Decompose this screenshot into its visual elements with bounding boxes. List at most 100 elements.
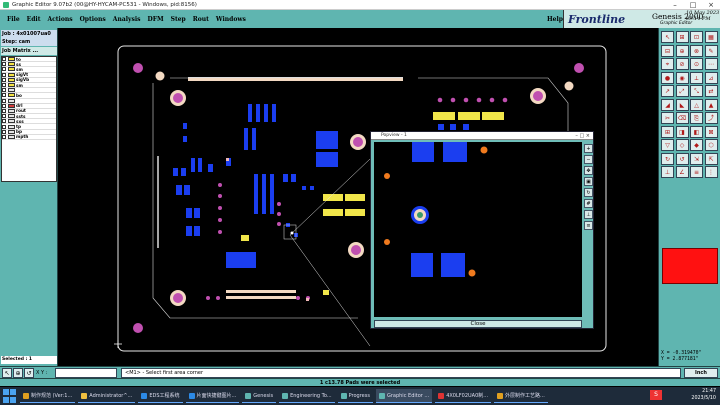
tool-button[interactable]: ⊞ bbox=[675, 31, 689, 43]
maximize-icon[interactable]: □ bbox=[684, 0, 702, 10]
start-icon[interactable] bbox=[3, 389, 17, 403]
tool-button[interactable]: ✎ bbox=[704, 44, 718, 57]
menu-rout[interactable]: Rout bbox=[193, 16, 209, 23]
layer-checkbox[interactable] bbox=[2, 83, 6, 88]
tool-button[interactable]: ↗ bbox=[661, 85, 674, 97]
tool-button[interactable]: ↻ bbox=[661, 152, 674, 165]
tool-button[interactable]: ⊘ bbox=[675, 58, 689, 70]
tool-button[interactable]: ⋯ bbox=[704, 58, 718, 70]
layer-color-swatch[interactable] bbox=[8, 83, 15, 88]
tool-button[interactable]: ⊠ bbox=[704, 125, 718, 138]
tool-button[interactable]: ↖ bbox=[661, 31, 674, 43]
taskbar-item[interactable]: Progress bbox=[337, 389, 373, 403]
tool-button[interactable]: ⬡ bbox=[704, 139, 718, 151]
menu-help[interactable]: Help bbox=[547, 16, 563, 23]
menu-options[interactable]: Options bbox=[80, 16, 106, 23]
layer-checkbox[interactable] bbox=[2, 108, 6, 113]
tool-button[interactable]: ⋮ bbox=[704, 166, 718, 178]
tool-button[interactable]: ⊕ bbox=[675, 44, 689, 57]
xy-input[interactable] bbox=[55, 368, 117, 378]
tool-button[interactable]: ⤢ bbox=[675, 85, 689, 97]
step-field[interactable]: Step: cam bbox=[1, 38, 57, 46]
undo-icon[interactable]: ↺ bbox=[24, 368, 34, 378]
menu-edit[interactable]: Edit bbox=[27, 16, 41, 23]
layer-checkbox[interactable] bbox=[2, 98, 6, 103]
layer-color-swatch[interactable] bbox=[8, 62, 15, 67]
layer-checkbox[interactable] bbox=[2, 93, 6, 98]
tool-button[interactable]: ⊗ bbox=[690, 44, 703, 57]
tool-button[interactable]: ⌖ bbox=[661, 58, 674, 70]
taskbar-item[interactable]: 4X0LF02UA0制... bbox=[435, 389, 492, 403]
system-clock[interactable]: 21:47 2023/5/10 bbox=[691, 388, 716, 402]
taskbar-item[interactable]: Graphic Editor ... bbox=[375, 389, 433, 403]
menu-dfm[interactable]: DFM bbox=[148, 16, 164, 23]
layer-checkbox[interactable] bbox=[2, 77, 6, 82]
layer-color-swatch[interactable] bbox=[8, 124, 15, 129]
layer-checkbox[interactable] bbox=[2, 103, 6, 108]
job-matrix-button[interactable]: Job Matrix ... bbox=[1, 47, 57, 55]
taskbar-item[interactable]: 片面快捷键图片... bbox=[185, 389, 240, 403]
tool-button[interactable]: ▽ bbox=[661, 139, 674, 151]
zoom-in-icon[interactable]: + bbox=[584, 144, 593, 153]
tool-button[interactable]: ⇄ bbox=[704, 85, 718, 97]
layer-row[interactable]: mpth bbox=[2, 134, 56, 140]
menu-step[interactable]: Step bbox=[171, 16, 186, 23]
popview-canvas[interactable] bbox=[374, 142, 582, 317]
menu-analysis[interactable]: Analysis bbox=[113, 16, 141, 23]
tool-button[interactable]: △ bbox=[690, 98, 703, 111]
tool-button[interactable]: ⤴ bbox=[704, 112, 718, 124]
tool-button[interactable]: ◉ bbox=[675, 71, 689, 84]
layer-checkbox[interactable] bbox=[2, 72, 6, 77]
tool-button[interactable]: ≡ bbox=[690, 166, 703, 178]
layer-color-swatch[interactable] bbox=[8, 129, 15, 134]
tool-button[interactable]: ⊥ bbox=[661, 166, 674, 178]
close-icon[interactable]: × bbox=[702, 0, 720, 10]
tool-button[interactable]: ◨ bbox=[675, 125, 689, 138]
layer-checkbox[interactable] bbox=[2, 129, 6, 134]
zoom-out-icon[interactable]: − bbox=[584, 155, 593, 164]
pan-icon[interactable]: ✥ bbox=[584, 166, 593, 175]
tool-button[interactable]: ⊡ bbox=[690, 31, 703, 43]
layer-color-swatch[interactable] bbox=[8, 103, 15, 108]
ime-icon[interactable]: S bbox=[650, 390, 662, 400]
grid-icon[interactable]: # bbox=[584, 199, 593, 208]
tool-button[interactable]: ◇ bbox=[675, 139, 689, 151]
layer-color-swatch[interactable] bbox=[8, 88, 15, 93]
tool-button[interactable]: ⟂ bbox=[690, 71, 703, 84]
layer-checkbox[interactable] bbox=[2, 57, 6, 62]
menu-actions[interactable]: Actions bbox=[47, 16, 72, 23]
layer-color-swatch[interactable] bbox=[8, 57, 15, 62]
redraw-icon[interactable]: ↻ bbox=[584, 188, 593, 197]
layer-checkbox[interactable] bbox=[2, 124, 6, 129]
tool-button[interactable]: ◧ bbox=[690, 125, 703, 138]
tool-button[interactable]: ∠ bbox=[675, 166, 689, 178]
tool-button[interactable]: ⤡ bbox=[690, 85, 703, 97]
layer-color-swatch[interactable] bbox=[8, 72, 15, 77]
layer-color-swatch[interactable] bbox=[8, 119, 15, 124]
tool-button[interactable]: ⌫ bbox=[675, 112, 689, 124]
tool-button[interactable]: ⎘ bbox=[690, 112, 703, 124]
fit-icon[interactable]: ▣ bbox=[584, 177, 593, 186]
tool-button[interactable]: ▦ bbox=[704, 31, 718, 43]
layer-color-swatch[interactable] bbox=[8, 108, 15, 113]
units-button[interactable]: Inch bbox=[684, 368, 718, 378]
tool-button[interactable]: ▲ bbox=[704, 98, 718, 111]
layer-color-swatch[interactable] bbox=[8, 98, 15, 103]
tool-button[interactable]: ◢ bbox=[661, 98, 674, 111]
tool-button[interactable]: ◣ bbox=[675, 98, 689, 111]
menu-windows[interactable]: Windows bbox=[216, 16, 246, 23]
select-tool-icon[interactable]: ↖ bbox=[2, 368, 12, 378]
layer-checkbox[interactable] bbox=[2, 62, 6, 67]
layer-checkbox[interactable] bbox=[2, 134, 6, 139]
tool-button[interactable]: ⇱ bbox=[704, 152, 718, 165]
layer-checkbox[interactable] bbox=[2, 119, 6, 124]
tool-button[interactable]: ● bbox=[661, 71, 674, 84]
measure-icon[interactable]: ⊥ bbox=[584, 210, 593, 219]
tool-button[interactable]: ✂ bbox=[661, 112, 674, 124]
taskbar-item[interactable]: Administrator^... bbox=[78, 389, 136, 403]
snap-icon[interactable]: ⊕ bbox=[13, 368, 23, 378]
layer-color-swatch[interactable] bbox=[8, 114, 15, 119]
taskbar-item[interactable]: EDS工程系统 bbox=[138, 389, 183, 403]
layer-checkbox[interactable] bbox=[2, 88, 6, 93]
tool-button[interactable]: ⇲ bbox=[690, 152, 703, 165]
